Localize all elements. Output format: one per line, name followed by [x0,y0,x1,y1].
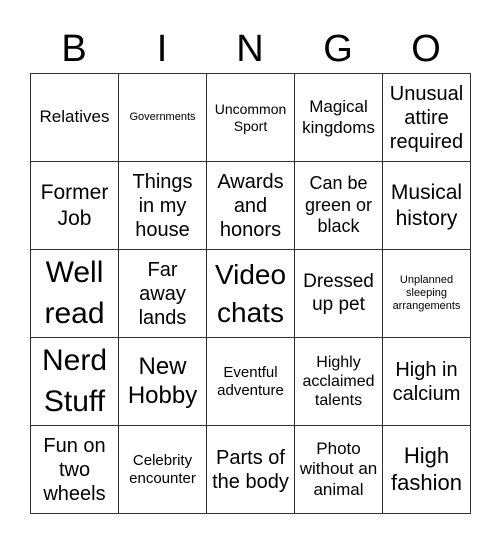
header-letter: G [323,28,353,70]
bingo-grid: Relatives Governments Uncommon Sport Magica… [30,73,471,514]
bingo-cell[interactable]: Fun on two wheels [31,426,119,514]
bingo-cell[interactable]: Photo without an animal [295,426,383,514]
bingo-cell[interactable]: Magical kingdoms [295,74,383,162]
bingo-cell[interactable]: New Hobby [119,338,207,426]
bingo-cell[interactable]: Video chats [207,250,295,338]
header-letter: B [61,28,87,70]
bingo-cell[interactable]: Highly acclaimed talents [295,338,383,426]
header-letter: O [411,28,441,70]
bingo-header: BINGO [30,26,470,72]
bingo-cell[interactable]: Former Job [31,162,119,250]
bingo-cell[interactable]: Well read [31,250,119,338]
bingo-cell[interactable]: Parts of the body [207,426,295,514]
header-letter: N [236,28,264,70]
bingo-cell[interactable]: Awards and honors [207,162,295,250]
bingo-cell[interactable]: Nerd Stuff [31,338,119,426]
bingo-cell[interactable]: Can be green or black [295,162,383,250]
bingo-cell[interactable]: Far away lands [119,250,207,338]
bingo-cell[interactable]: Unplanned sleeping arrangements [383,250,471,338]
bingo-cell[interactable]: High fashion [383,426,471,514]
bingo-cell[interactable]: Uncommon Sport [207,74,295,162]
bingo-cell[interactable]: Things in my house [119,162,207,250]
bingo-cell[interactable]: Relatives [31,74,119,162]
bingo-cell[interactable]: Governments [119,74,207,162]
bingo-cell[interactable]: Unusual attire required [383,74,471,162]
bingo-cell[interactable]: Eventful adventure [207,338,295,426]
bingo-cell[interactable]: High in calcium [383,338,471,426]
header-letter: I [156,28,168,70]
bingo-cell[interactable]: Musical history [383,162,471,250]
bingo-cell[interactable]: Dressed up pet [295,250,383,338]
bingo-cell[interactable]: Celebrity encounter [119,426,207,514]
